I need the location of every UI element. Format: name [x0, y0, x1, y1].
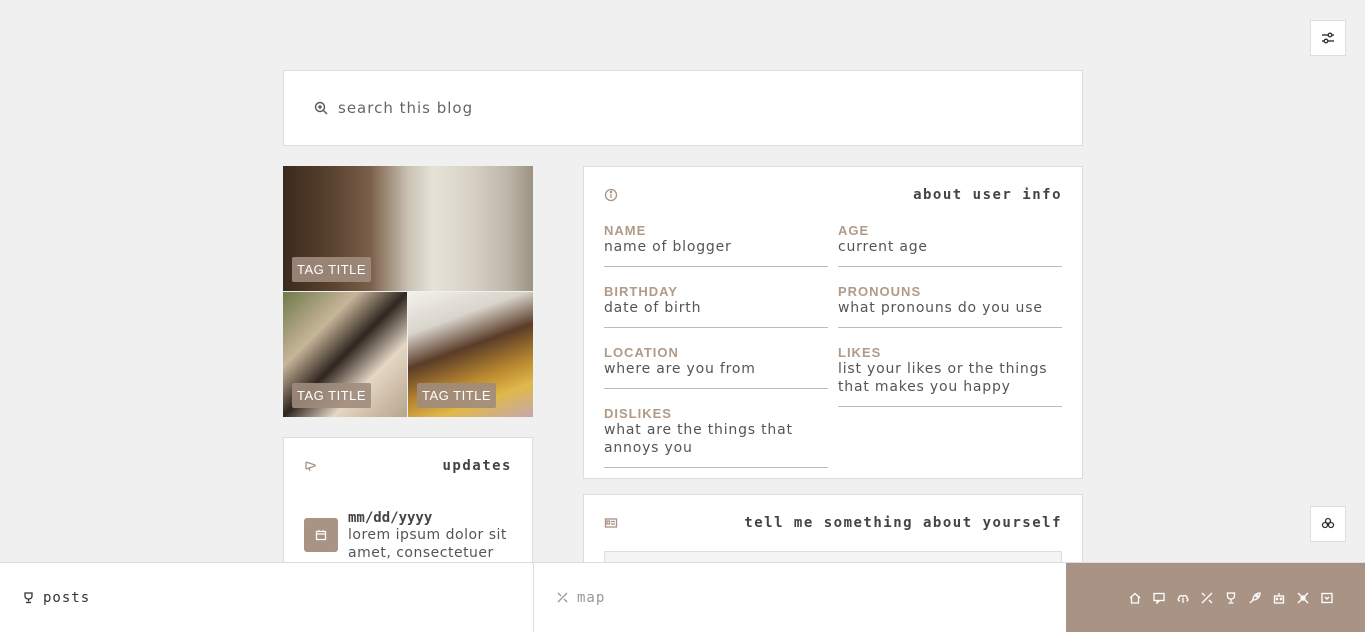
field-location: LOCATION where are you from — [604, 345, 828, 389]
settings-button[interactable] — [1310, 20, 1346, 56]
updates-title: updates — [442, 458, 512, 474]
update-date: mm/dd/yyyy — [348, 510, 433, 526]
field-pronouns: PRONOUNS what pronouns do you use — [838, 284, 1062, 328]
search-icon — [314, 101, 328, 115]
trophy-icon[interactable] — [1223, 590, 1239, 606]
field-likes: LIKES list your likes or the things that… — [838, 345, 1062, 407]
flower-icon — [1321, 517, 1335, 531]
field-value: what pronouns do you use — [838, 300, 1043, 316]
robot-icon[interactable] — [1271, 590, 1287, 606]
calendar-icon — [304, 518, 338, 552]
puzzle-icon[interactable] — [1295, 590, 1311, 606]
id-card-icon — [604, 516, 618, 530]
field-value: what are the things that annoys you — [604, 422, 793, 456]
search-bar — [283, 70, 1083, 146]
tag-title: TAG TITLE — [292, 257, 372, 282]
tag-title: TAG TITLE — [292, 383, 372, 408]
trophy-icon — [22, 591, 35, 604]
nav-map-label: map — [577, 589, 606, 606]
nav-map[interactable]: map — [534, 563, 1066, 632]
update-item: mm/dd/yyyy lorem ipsum dolor sit amet, c… — [304, 510, 512, 562]
field-value: where are you from — [604, 361, 756, 377]
update-text: lorem ipsum dolor sit amet, consectetuer — [348, 527, 507, 561]
about-right-column: AGE current age PRONOUNS what pronouns d… — [838, 223, 1062, 485]
home-icon[interactable] — [1127, 590, 1143, 606]
field-label: LOCATION — [604, 345, 679, 360]
tag-tile[interactable]: TAG TITLE — [408, 292, 533, 417]
archive-icon[interactable] — [1319, 590, 1335, 606]
nav-posts[interactable]: posts — [0, 563, 534, 632]
tag-title: TAG TITLE — [417, 383, 497, 408]
tell-title: tell me something about yourself — [744, 515, 1062, 531]
tag-tile[interactable]: TAG TITLE — [283, 292, 407, 417]
tools-icon — [556, 591, 569, 604]
about-left-column: NAME name of blogger BIRTHDAY date of bi… — [604, 223, 828, 485]
cloud-upload-icon[interactable] — [1175, 590, 1191, 606]
sliders-icon — [1321, 31, 1335, 45]
field-dislikes: DISLIKES what are the things that annoys… — [604, 406, 828, 468]
info-icon — [604, 188, 618, 202]
quick-links-bar — [1066, 563, 1365, 632]
field-value: name of blogger — [604, 239, 732, 255]
tag-grid: TAG TITLE TAG TITLE TAG TITLE — [283, 166, 533, 417]
field-label: BIRTHDAY — [604, 284, 678, 299]
field-value: date of birth — [604, 300, 702, 316]
field-birthday: BIRTHDAY date of birth — [604, 284, 828, 328]
field-value: list your likes or the things that makes… — [838, 361, 1048, 395]
field-label: PRONOUNS — [838, 284, 922, 299]
field-label: DISLIKES — [604, 406, 672, 421]
about-title: about user info — [913, 187, 1062, 203]
theme-toggle-button[interactable] — [1310, 506, 1346, 542]
search-input[interactable] — [338, 99, 938, 117]
megaphone-icon — [304, 459, 318, 473]
rocket-icon[interactable] — [1247, 590, 1263, 606]
field-label: NAME — [604, 223, 647, 238]
field-name: NAME name of blogger — [604, 223, 828, 267]
nav-posts-label: posts — [43, 589, 91, 606]
field-age: AGE current age — [838, 223, 1062, 267]
chat-icon[interactable] — [1151, 590, 1167, 606]
tools-icon[interactable] — [1199, 590, 1215, 606]
about-panel: about user info NAME name of blogger BIR… — [583, 166, 1083, 479]
tag-tile[interactable]: TAG TITLE — [283, 166, 533, 291]
bottom-nav: posts map — [0, 562, 1365, 632]
updates-panel: updates mm/dd/yyyy lorem ipsum dolor sit… — [283, 437, 533, 577]
field-label: LIKES — [838, 345, 882, 360]
field-value: current age — [838, 239, 928, 255]
field-label: AGE — [838, 223, 870, 238]
